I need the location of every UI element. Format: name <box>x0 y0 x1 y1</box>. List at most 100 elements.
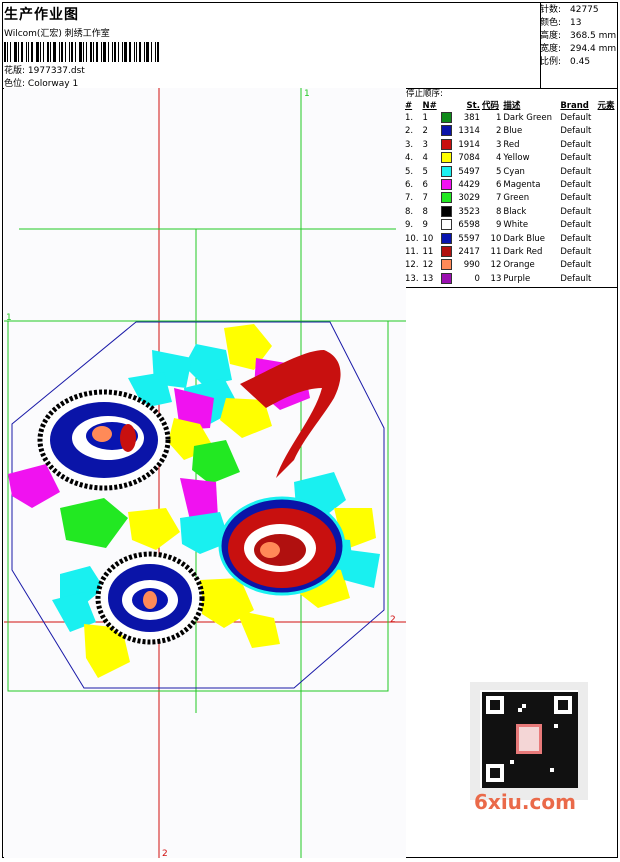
legend-index: 10. <box>405 233 419 244</box>
page-title: 生产作业图 <box>4 7 79 23</box>
legend-element <box>597 139 618 152</box>
color-swatch <box>440 125 452 137</box>
legend-title: 停止顺序: <box>406 89 443 99</box>
barcode-bar <box>86 42 87 62</box>
legend-stitches: 6598 <box>458 220 480 231</box>
legend-stitches: 2417 <box>458 247 480 258</box>
legend-row: 10. 10 5597 10 Dark Blue Default <box>404 232 618 246</box>
legend-swatch <box>440 138 455 152</box>
legend-element <box>597 233 618 246</box>
barcode-bar <box>134 42 135 62</box>
legend-row: 7. 7 3029 7 Green Default <box>404 192 618 205</box>
legend-element <box>597 179 618 192</box>
legend-row: 8. 8 3523 8 Black Default <box>404 205 618 219</box>
legend-swatch <box>440 179 455 192</box>
barcode-bar <box>4 42 6 62</box>
header-block: 生产作业图 Wilcom(汇宏) 刺绣工作室 花版: 1977337.dst 色… <box>4 4 161 91</box>
legend-stitches: 3523 <box>458 206 480 217</box>
barcode-bar <box>139 42 141 62</box>
barcode-bar <box>108 42 109 62</box>
color-swatch <box>440 259 452 271</box>
flower-right <box>218 496 346 596</box>
legend-desc: Magenta <box>503 180 541 191</box>
barcode-bar <box>103 42 106 62</box>
legend-needle: 13 <box>422 273 434 284</box>
legend-col-stitches: St. <box>466 101 480 111</box>
color-swatch <box>440 272 452 284</box>
barcode-bar <box>155 42 156 62</box>
legend-code: 11 <box>490 247 502 258</box>
legend-code: 1 <box>495 113 502 123</box>
legend-desc: Red <box>503 139 520 150</box>
legend-needle: 7 <box>422 193 428 204</box>
barcode-bar <box>14 42 17 62</box>
legend-stitches: 990 <box>463 260 480 271</box>
legend-desc: Dark Green <box>503 113 552 123</box>
legend-brand: Default <box>560 180 592 191</box>
flower-top-left <box>37 389 171 491</box>
legend-index: 8. <box>405 206 414 217</box>
barcode-bar <box>59 42 60 62</box>
legend-needle: 2 <box>422 126 428 137</box>
legend-code: 4 <box>495 153 502 164</box>
legend-element <box>597 273 618 286</box>
barcode-bar <box>136 42 137 62</box>
legend-col-needle: N# <box>422 101 437 111</box>
legend-code: 10 <box>490 233 502 244</box>
barcode-bar <box>124 42 127 62</box>
legend-stitches: 5497 <box>458 166 480 177</box>
legend-row: 2. 2 1314 2 Blue Default <box>404 125 618 138</box>
legend-element <box>597 206 618 219</box>
legend-row: 3. 3 1914 3 Red Default <box>404 138 618 152</box>
legend-needle: 10 <box>422 233 434 244</box>
legend-element <box>597 112 618 125</box>
qr-code <box>470 682 588 800</box>
barcode <box>4 42 161 62</box>
legend-element <box>597 246 618 259</box>
legend-swatch <box>440 232 455 246</box>
barcode-bar <box>75 42 76 62</box>
barcode-bar <box>36 42 39 62</box>
stat-stitches: 针数: 42775 <box>540 5 599 15</box>
guide-mark-left: 1 <box>6 313 12 323</box>
legend-index: 3. <box>405 139 414 150</box>
barcode-bar <box>114 42 116 62</box>
legend-desc: Dark Blue <box>503 233 546 244</box>
legend-code: 2 <box>495 126 502 137</box>
barcode-bar <box>26 42 27 62</box>
legend-row: 6. 6 4429 6 Magenta Default <box>404 179 618 192</box>
legend-desc: Blue <box>503 126 523 137</box>
legend-stitches: 0 <box>474 273 480 284</box>
color-swatch <box>440 205 452 217</box>
barcode-bar <box>31 42 33 62</box>
legend-swatch <box>440 259 455 272</box>
barcode-bar <box>144 42 145 62</box>
legend-needle: 8 <box>422 206 428 217</box>
legend-index: 11. <box>405 247 419 258</box>
barcode-bar <box>90 42 92 62</box>
legend-stitches: 381 <box>463 113 480 123</box>
barcode-bar <box>50 42 51 62</box>
color-swatch <box>440 152 452 164</box>
legend-brand: Default <box>560 206 592 217</box>
legend-col-desc: 描述 <box>503 101 521 111</box>
barcode-bar <box>28 42 29 62</box>
barcode-bar <box>43 42 44 62</box>
barcode-bar <box>61 42 63 62</box>
barcode-bar <box>157 42 159 62</box>
barcode-bar <box>69 42 70 62</box>
legend-brand: Default <box>560 193 592 204</box>
legend-needle: 3 <box>422 139 428 150</box>
legend-col-index: # <box>405 101 413 111</box>
legend-needle: 1 <box>422 113 428 123</box>
stat-height: 高度: 368.5 mm <box>540 31 617 41</box>
legend-swatch <box>440 165 455 179</box>
legend-stitches: 4429 <box>458 180 480 191</box>
pattern-line: 花版: 1977337.dst <box>4 65 161 78</box>
stats-block: 针数: 42775 颜色: 13 高度: 368.5 mm 宽度: 294.4 mm 比… <box>540 4 618 69</box>
legend-index: 13. <box>405 273 419 284</box>
legend-brand: Default <box>560 220 592 231</box>
legend-brand: Default <box>560 260 592 271</box>
legend-code: 6 <box>495 180 502 191</box>
legend-code: 8 <box>495 206 502 217</box>
